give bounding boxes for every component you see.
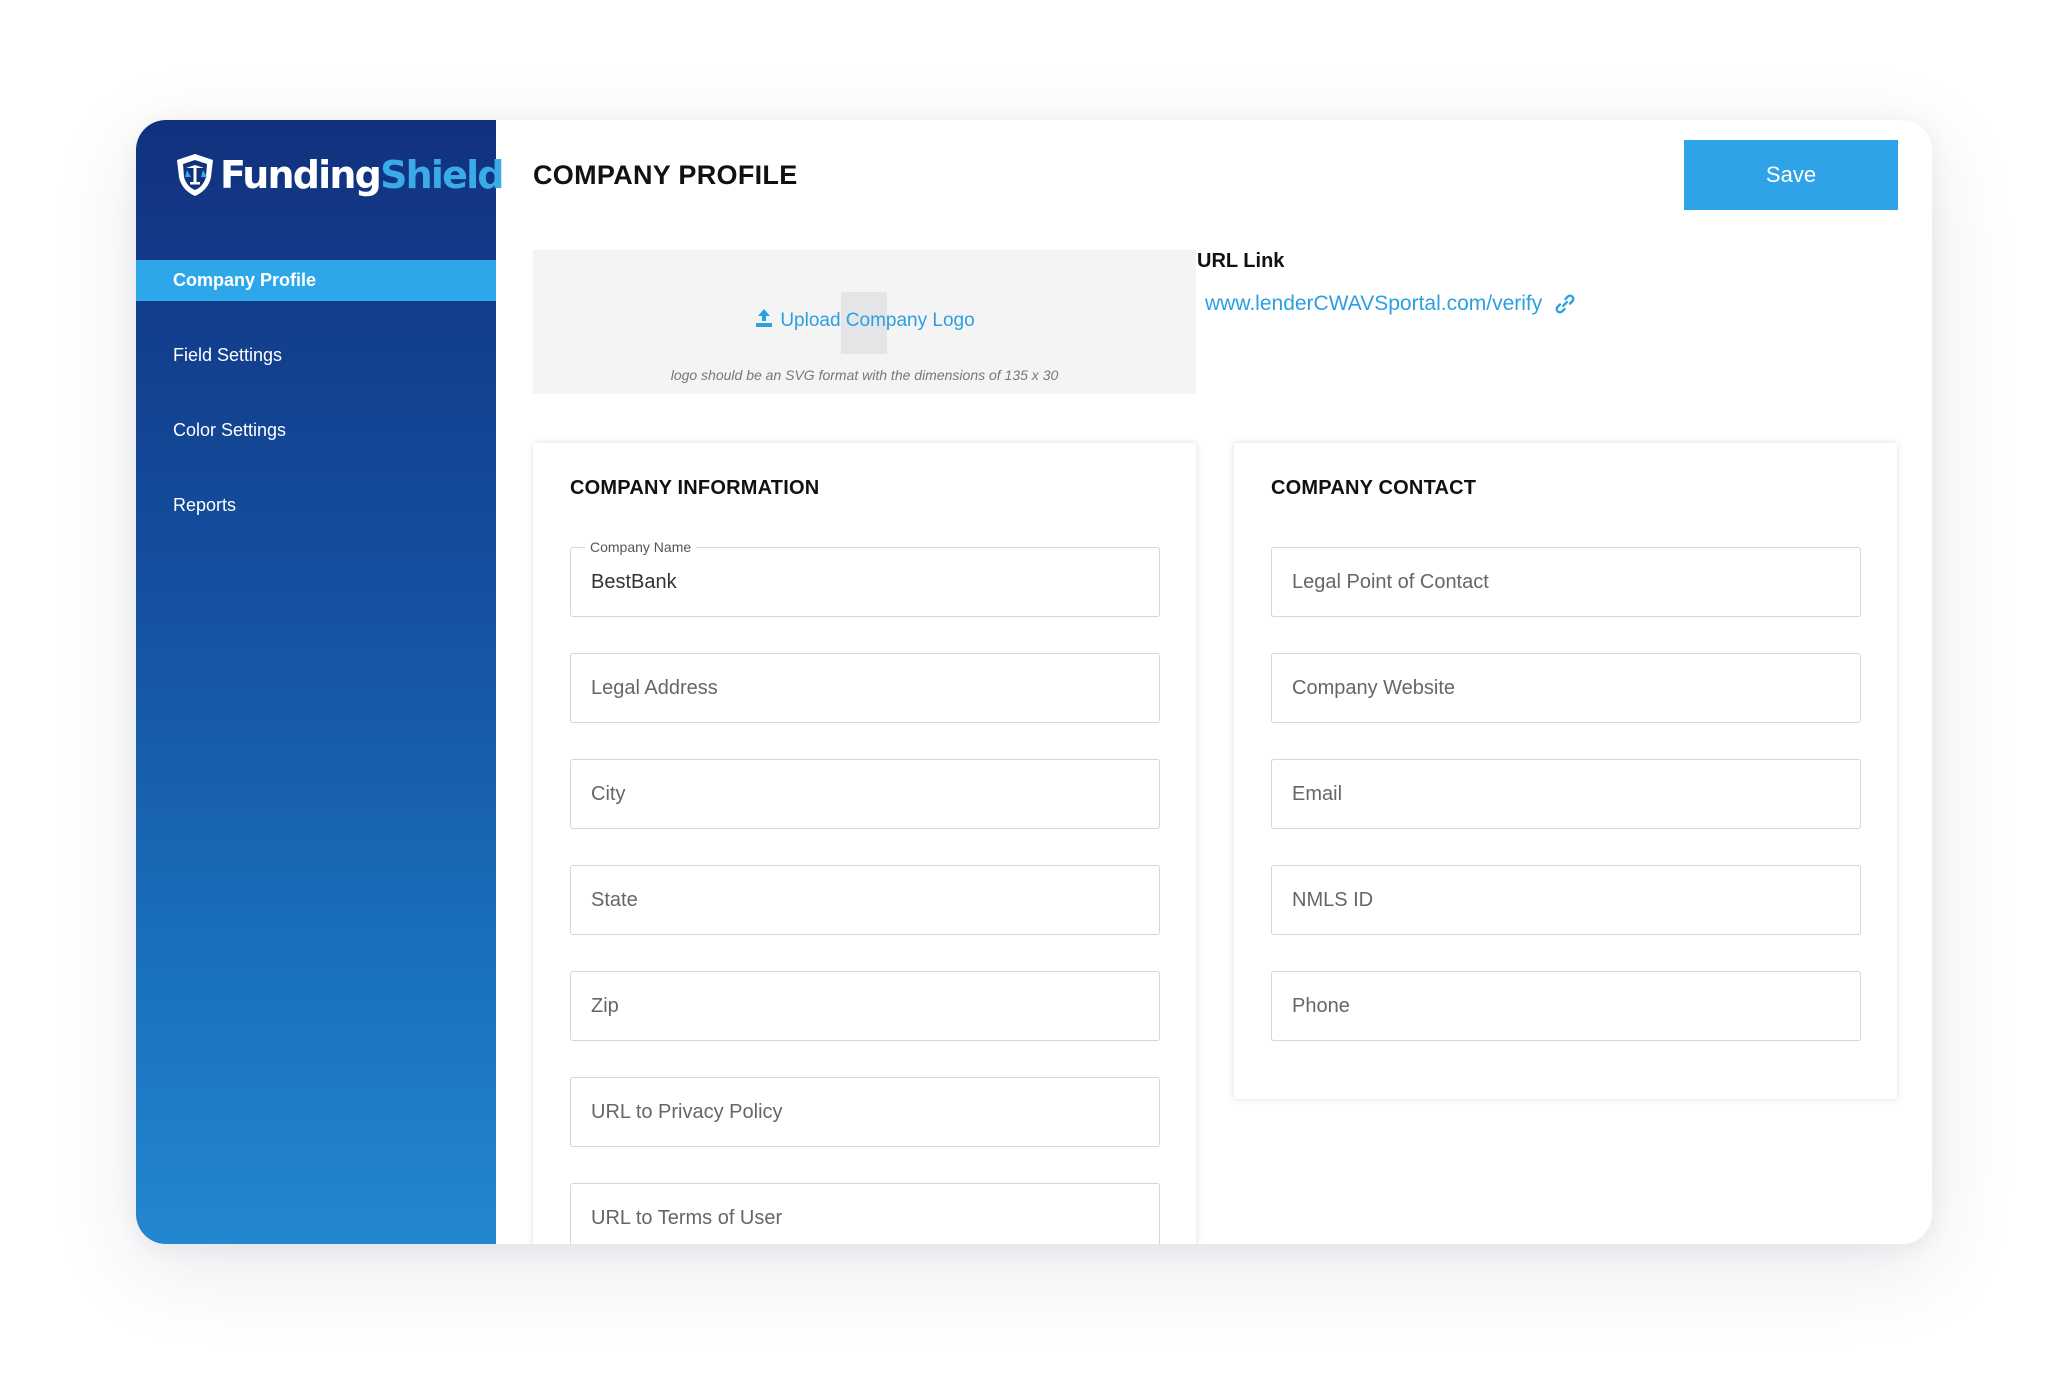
sidebar: FundingShield Company Profile Field Sett… (136, 120, 505, 1244)
company-name-field: Company Name (570, 539, 1160, 617)
legal-contact-input[interactable] (1272, 548, 1860, 616)
state-input[interactable] (571, 866, 1159, 934)
sidebar-item-color-settings[interactable]: Color Settings (136, 410, 496, 451)
link-icon[interactable] (1554, 293, 1576, 315)
company-website-input[interactable] (1272, 654, 1860, 722)
state-field (570, 865, 1160, 935)
company-contact-card: COMPANY CONTACT (1234, 443, 1897, 1099)
verify-url-link[interactable]: www.lenderCWAVSportal.com/verify (1205, 292, 1576, 316)
terms-of-use-url-input[interactable] (571, 1184, 1159, 1244)
sidebar-item-field-settings[interactable]: Field Settings (136, 335, 496, 376)
company-information-card: COMPANY INFORMATION Company Name (533, 443, 1196, 1244)
nmls-id-field (1271, 865, 1861, 935)
url-link-label: URL Link (1197, 250, 1285, 272)
city-field (570, 759, 1160, 829)
upload-logo-link[interactable]: Upload Company Logo (533, 308, 1196, 332)
phone-field (1271, 971, 1861, 1041)
sidebar-item-company-profile[interactable]: Company Profile (136, 260, 496, 301)
sidebar-nav: Company Profile Field Settings Color Set… (136, 260, 496, 560)
terms-of-use-url-field (570, 1183, 1160, 1244)
verify-url-text: www.lenderCWAVSportal.com/verify (1205, 292, 1543, 315)
logo-upload-area[interactable]: Upload Company Logo logo should be an SV… (533, 250, 1196, 394)
privacy-policy-url-field (570, 1077, 1160, 1147)
company-website-field (1271, 653, 1861, 723)
save-button[interactable]: Save (1684, 140, 1898, 210)
legal-address-input[interactable] (571, 654, 1159, 722)
company-name-input[interactable] (571, 548, 1159, 616)
sidebar-item-label: Company Profile (173, 270, 317, 290)
city-input[interactable] (571, 760, 1159, 828)
zip-field (570, 971, 1160, 1041)
upload-icon (756, 309, 773, 327)
phone-input[interactable] (1272, 972, 1860, 1040)
brand-logo: FundingShield (174, 150, 505, 200)
brand-name: FundingShield (220, 153, 505, 197)
sidebar-item-label: Reports (173, 495, 237, 515)
page-title: COMPANY PROFILE (533, 160, 798, 190)
company-information-title: COMPANY INFORMATION (570, 477, 820, 499)
sidebar-item-reports[interactable]: Reports (136, 485, 496, 526)
company-name-label: Company Name (585, 539, 697, 555)
upload-hint: logo should be an SVG format with the di… (670, 367, 1059, 383)
zip-input[interactable] (571, 972, 1159, 1040)
legal-contact-field (1271, 547, 1861, 617)
main-content: COMPANY PROFILE Save Upload Company Logo… (496, 120, 1932, 1244)
nmls-id-input[interactable] (1272, 866, 1860, 934)
privacy-policy-url-input[interactable] (571, 1078, 1159, 1146)
sidebar-item-label: Field Settings (173, 345, 283, 365)
email-field (1271, 759, 1861, 829)
company-contact-title: COMPANY CONTACT (1271, 477, 1477, 499)
app-window: FundingShield Company Profile Field Sett… (136, 120, 1932, 1244)
legal-address-field (570, 653, 1160, 723)
shield-logo-icon (177, 154, 213, 196)
email-input[interactable] (1272, 760, 1860, 828)
upload-logo-label: Upload Company Logo (780, 310, 975, 331)
sidebar-item-label: Color Settings (173, 420, 287, 440)
